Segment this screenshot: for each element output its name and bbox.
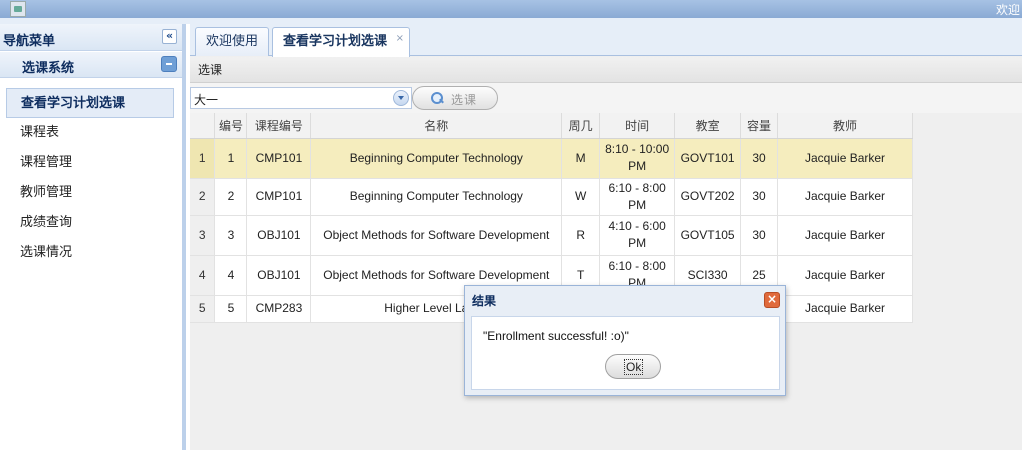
sidebar: 导航菜单 « 选课系统 查看学习计划选课 课程表 课程管理 教师管理 成绩查询 … (0, 24, 186, 450)
column-header-room[interactable]: 教室 (674, 113, 742, 139)
column-header-code[interactable]: 课程编号 (246, 113, 312, 139)
year-select-value: 大一 (194, 93, 219, 107)
sidebar-item-enrollment-status[interactable]: 选课情况 (6, 238, 174, 268)
column-header-teacher[interactable]: 教师 (777, 113, 913, 139)
row-number: 3 (190, 215, 216, 256)
panel-title: 选课 (190, 57, 1022, 83)
toolbar: 大一 选课 (190, 83, 1022, 113)
cell-room: GOVT101 (674, 138, 742, 179)
row-number: 4 (190, 255, 216, 296)
table-header-row: 编号 课程编号 名称 周几 时间 教室 容量 教师 (190, 113, 913, 139)
tab-label: 查看学习计划选课 (283, 34, 388, 49)
cell-name: Beginning Computer Technology (310, 138, 563, 179)
section-header[interactable]: 选课系统 (0, 52, 182, 78)
sidebar-item-course-management[interactable]: 课程管理 (6, 148, 174, 178)
cell-id: 3 (214, 215, 248, 256)
sidebar-item-teacher-management[interactable]: 教师管理 (6, 178, 174, 208)
cell-teacher: Jacquie Barker (777, 255, 913, 296)
row-number: 2 (190, 178, 216, 216)
cell-capacity: 30 (740, 215, 779, 256)
tab-study-plan[interactable]: 查看学习计划选课 × (272, 25, 411, 57)
tab-welcome[interactable]: 欢迎使用 (195, 27, 270, 56)
cell-id: 5 (214, 295, 248, 323)
cell-name: Object Methods for Software Development (310, 215, 563, 256)
row-number: 1 (190, 138, 216, 179)
cell-name: Beginning Computer Technology (310, 178, 563, 216)
cell-time: 4:10 - 6:00 PM (599, 215, 676, 256)
tab-bar: 欢迎使用 查看学习计划选课 × (190, 24, 1022, 57)
cell-room: GOVT105 (674, 215, 742, 256)
section-title: 选课系统 (22, 61, 75, 76)
select-course-button[interactable]: 选课 (412, 86, 498, 110)
cell-code: CMP101 (246, 178, 312, 216)
chevron-down-icon[interactable] (393, 90, 409, 106)
cell-id: 1 (214, 138, 248, 179)
ok-button-label: Ok (624, 359, 644, 375)
column-header-day[interactable]: 周几 (561, 113, 601, 139)
column-header-time[interactable]: 时间 (599, 113, 676, 139)
dialog-message: "Enrollment successful! :o)" (483, 329, 629, 343)
cell-teacher: Jacquie Barker (777, 215, 913, 256)
search-icon (431, 92, 443, 104)
column-header-name[interactable]: 名称 (310, 113, 563, 139)
cell-code: OBJ101 (246, 215, 312, 256)
column-header-capacity[interactable]: 容量 (740, 113, 779, 139)
sidebar-menu: 查看学习计划选课 课程表 课程管理 教师管理 成绩查询 选课情况 (6, 88, 174, 268)
tab-close-icon[interactable]: × (396, 25, 404, 52)
cell-code: CMP283 (246, 295, 312, 323)
cell-id: 2 (214, 178, 248, 216)
column-header-rownum (190, 113, 216, 139)
sidebar-item-grades[interactable]: 成绩查询 (6, 208, 174, 238)
sidebar-item-timetable[interactable]: 课程表 (6, 118, 174, 148)
cell-room: GOVT202 (674, 178, 742, 216)
cell-day: R (561, 215, 601, 256)
cell-capacity: 30 (740, 138, 779, 179)
collapse-section-icon[interactable] (161, 56, 177, 72)
result-dialog: 结果 × "Enrollment successful! :o)" Ok (464, 285, 786, 396)
broken-image-icon (10, 1, 26, 17)
nav-title: 导航菜单 (3, 34, 56, 49)
nav-header: 导航菜单 « (0, 24, 182, 51)
ok-button[interactable]: Ok (605, 354, 661, 379)
welcome-text: 欢迎 (995, 3, 1020, 17)
select-course-label: 选课 (451, 93, 478, 107)
cell-day: W (561, 178, 601, 216)
year-select[interactable]: 大一 (190, 87, 412, 109)
cell-code: OBJ101 (246, 255, 312, 296)
top-banner: 欢迎 (0, 0, 1022, 18)
dialog-title: 结果 (472, 294, 497, 308)
table-row[interactable]: 2 2 CMP101 Beginning Computer Technology… (190, 178, 913, 216)
cell-time: 8:10 - 10:00 PM (599, 138, 676, 179)
close-icon[interactable]: × (764, 292, 780, 308)
cell-capacity: 30 (740, 178, 779, 216)
row-number: 5 (190, 295, 216, 323)
table-row[interactable]: 3 3 OBJ101 Object Methods for Software D… (190, 215, 913, 256)
cell-day: M (561, 138, 601, 179)
cell-time: 6:10 - 8:00 PM (599, 178, 676, 216)
cell-id: 4 (214, 255, 248, 296)
column-header-id[interactable]: 编号 (214, 113, 248, 139)
table-row[interactable]: 1 1 CMP101 Beginning Computer Technology… (190, 138, 913, 179)
dialog-body: "Enrollment successful! :o)" Ok (471, 316, 780, 390)
cell-teacher: Jacquie Barker (777, 178, 913, 216)
collapse-sidebar-icon[interactable]: « (162, 29, 177, 44)
cell-teacher: Jacquie Barker (777, 138, 913, 179)
cell-teacher: Jacquie Barker (777, 295, 913, 323)
cell-code: CMP101 (246, 138, 312, 179)
sidebar-item-study-plan[interactable]: 查看学习计划选课 (6, 88, 174, 118)
